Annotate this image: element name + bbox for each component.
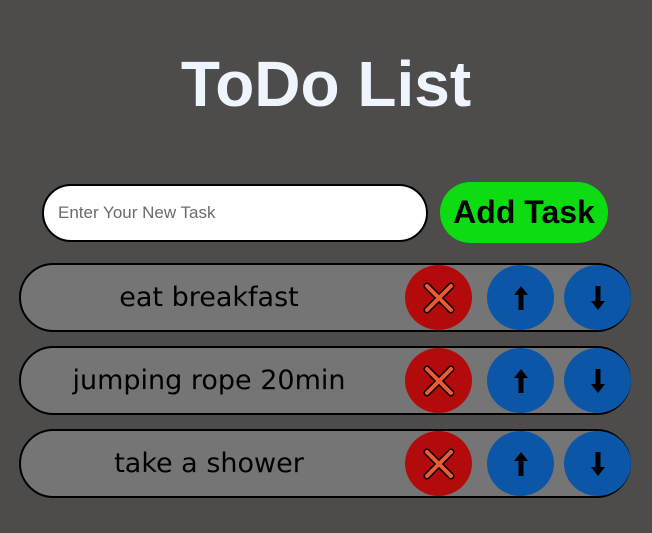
delete-task-button[interactable] [405, 348, 472, 413]
page-title: ToDo List [180, 48, 472, 120]
add-task-button[interactable]: Add Task [440, 182, 608, 243]
new-task-input[interactable] [42, 184, 428, 242]
move-up-button[interactable] [487, 348, 554, 413]
task-list: eat breakfast jumping rope 20min take a … [19, 263, 631, 512]
arrow-up-icon [513, 451, 528, 476]
task-text: eat breakfast [119, 282, 299, 313]
delete-task-button[interactable] [405, 431, 472, 496]
arrow-down-icon [590, 368, 605, 393]
task-item: take a shower [19, 429, 631, 498]
arrow-down-icon [590, 285, 605, 310]
close-x-icon [423, 282, 454, 313]
task-item: eat breakfast [19, 263, 631, 332]
move-down-button[interactable] [564, 348, 631, 413]
move-up-button[interactable] [487, 265, 554, 330]
delete-task-button[interactable] [405, 265, 472, 330]
arrow-up-icon [513, 368, 528, 393]
task-text: take a shower [114, 448, 304, 479]
arrow-down-icon [590, 451, 605, 476]
close-x-icon [423, 365, 454, 396]
task-text: jumping rope 20min [72, 365, 346, 396]
move-up-button[interactable] [487, 431, 554, 496]
close-x-icon [423, 448, 454, 479]
move-down-button[interactable] [564, 431, 631, 496]
task-item: jumping rope 20min [19, 346, 631, 415]
move-down-button[interactable] [564, 265, 631, 330]
arrow-up-icon [513, 285, 528, 310]
